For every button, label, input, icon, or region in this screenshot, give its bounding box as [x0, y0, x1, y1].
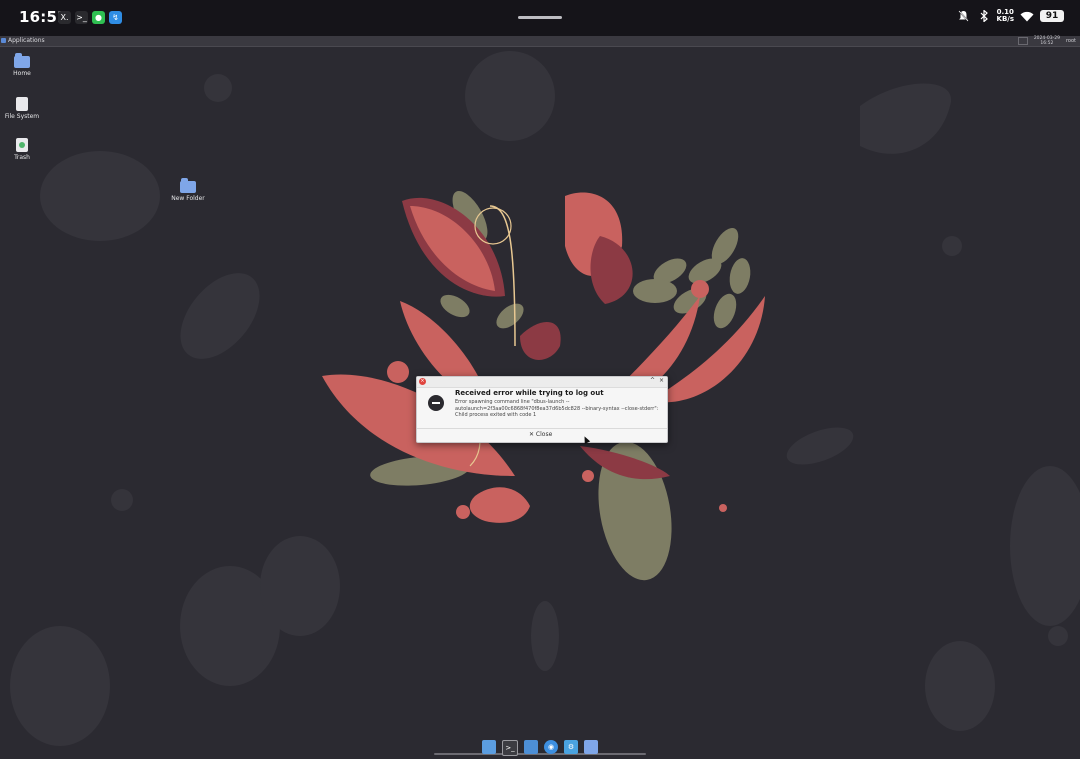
file-manager-icon[interactable]	[524, 740, 538, 754]
workspace-switcher[interactable]	[1017, 37, 1028, 45]
show-desktop-icon[interactable]	[482, 740, 496, 754]
dialog-window-close-icon[interactable]: ×	[419, 378, 426, 385]
mute-bell-icon	[957, 9, 971, 23]
terminal-x-icon: X.	[58, 11, 71, 24]
close-button[interactable]: ✕ Close	[529, 431, 552, 438]
wechat-icon: ●	[92, 11, 105, 24]
trash-icon	[16, 138, 28, 152]
dialog-titlebar[interactable]: × ^ ×	[417, 377, 667, 388]
web-browser-icon[interactable]: ◉	[544, 740, 558, 754]
dialog-message: Error spawning command line "dbus-launch…	[455, 399, 663, 419]
dialog-title: Received error while trying to log out	[455, 389, 604, 397]
dialog-maximize-icon[interactable]: ^	[650, 377, 655, 384]
folder-icon	[180, 178, 196, 193]
desktop-icon-label: Trash	[14, 154, 30, 161]
xfce-top-panel: Applications 2024-03-29 16:52 root	[0, 36, 1080, 47]
desktop-icon-label: Home	[13, 70, 31, 77]
dock-items: >_ ◉ ⚙	[482, 740, 598, 756]
desktop-icon-file-system[interactable]: File System	[0, 97, 44, 120]
dialog-footer: ✕ Close	[417, 428, 667, 442]
dialog-message-line: Child process exited with code 1	[455, 412, 537, 418]
status-indicators: 0.10 KB/s 91	[957, 9, 1064, 23]
settings-gear-icon[interactable]: ⚙	[564, 740, 578, 754]
logout-error-dialog: × ^ × Received error while trying to log…	[416, 376, 668, 443]
desktop-icon-label: File System	[4, 113, 40, 120]
desktop-icon-new-folder[interactable]: New Folder	[166, 178, 210, 202]
network-speed: 0.10 KB/s	[997, 9, 1014, 23]
applications-menu-icon	[1, 38, 6, 43]
terminal-icon[interactable]: >_	[502, 740, 518, 756]
home-folder-icon	[14, 53, 30, 68]
dialog-window-controls: ^ ×	[650, 377, 664, 384]
desktop-icon-trash[interactable]: Trash	[0, 138, 44, 161]
wifi-icon	[1020, 9, 1034, 23]
applications-menu-label: Applications	[8, 37, 45, 44]
error-icon	[428, 395, 444, 411]
panel-clock[interactable]: 2024-03-29 16:52	[1034, 36, 1060, 46]
panel-user[interactable]: root	[1066, 38, 1076, 44]
applications-menu[interactable]: Applications	[1, 37, 45, 44]
file-system-icon	[16, 97, 28, 111]
status-app-icons: X. >_ ● ↯	[58, 11, 122, 24]
gesture-handle[interactable]	[518, 16, 562, 19]
terminal-icon: >_	[75, 11, 88, 24]
dock: >_ ◉ ⚙	[434, 738, 646, 758]
dialog-close-icon[interactable]: ×	[659, 377, 664, 384]
desktop-icon-home[interactable]: Home	[0, 53, 44, 77]
notification-app-icon: ↯	[109, 11, 122, 24]
folder-icon[interactable]	[584, 740, 598, 754]
android-status-bar: 16:52 X. >_ ● ↯ 0.10 KB/s 91	[0, 0, 1080, 36]
desktop-icon-label: New Folder	[171, 195, 205, 202]
network-speed-unit: KB/s	[996, 15, 1014, 23]
battery-level: 91	[1040, 10, 1064, 22]
panel-clock-time: 16:52	[1040, 41, 1054, 46]
bluetooth-icon	[977, 9, 991, 23]
panel-tray: 2024-03-29 16:52 root	[1017, 36, 1076, 46]
